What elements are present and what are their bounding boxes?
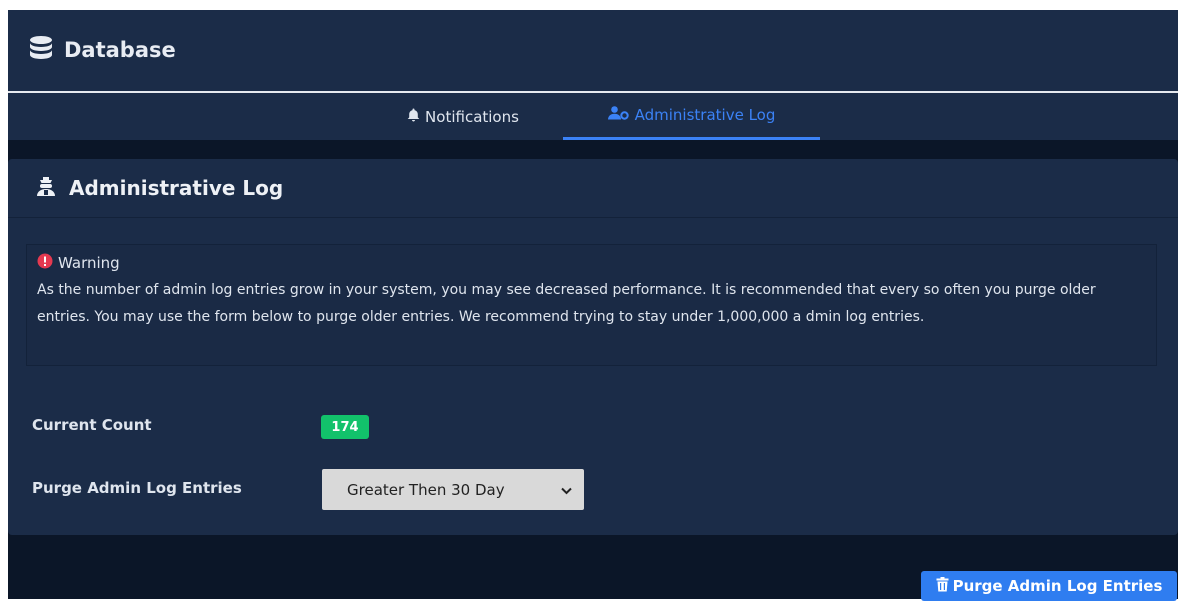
card-title: Administrative Log bbox=[35, 172, 283, 204]
tab-notifications-label: Notifications bbox=[425, 107, 519, 126]
card-header: Administrative Log bbox=[8, 159, 1178, 218]
database-title: Database bbox=[64, 38, 176, 62]
purge-entries-label: Purge Admin Log Entries bbox=[32, 479, 242, 497]
warning-title: Warning bbox=[37, 252, 1146, 274]
card-title-label: Administrative Log bbox=[69, 176, 284, 200]
app-frame: Database Notifications Administrative Lo… bbox=[8, 10, 1178, 601]
warning-icon bbox=[37, 253, 53, 273]
chevron-down-icon bbox=[561, 481, 572, 499]
current-count-badge: 174 bbox=[321, 415, 369, 439]
tab-bar: Notifications Administrative Log bbox=[8, 93, 1178, 140]
tab-notifications[interactable]: Notifications bbox=[383, 93, 543, 140]
warning-text: As the number of admin log entries grow … bbox=[37, 282, 1096, 325]
user-cog-icon bbox=[607, 106, 630, 124]
tab-administrative-log-label: Administrative Log bbox=[634, 106, 776, 124]
current-count-label: Current Count bbox=[32, 416, 152, 434]
warning-box: Warning As the number of admin log entri… bbox=[26, 244, 1157, 366]
warning-title-label: Warning bbox=[58, 254, 120, 272]
purge-age-select[interactable]: Greater Then 30 Day bbox=[322, 469, 584, 510]
page-title: Database bbox=[28, 34, 176, 66]
bell-icon bbox=[407, 108, 420, 126]
tab-administrative-log[interactable]: Administrative Log bbox=[563, 93, 820, 140]
purge-admin-log-button[interactable]: Purge Admin Log Entries bbox=[921, 571, 1177, 601]
database-icon bbox=[28, 35, 54, 66]
admin-icon bbox=[35, 175, 57, 202]
trash-icon bbox=[936, 576, 949, 596]
administrative-log-card: Administrative Log Warning As the number… bbox=[8, 159, 1178, 535]
purge-admin-log-button-label: Purge Admin Log Entries bbox=[952, 577, 1163, 595]
database-header: Database bbox=[8, 10, 1178, 93]
purge-age-select-value: Greater Then 30 Day bbox=[347, 480, 505, 499]
